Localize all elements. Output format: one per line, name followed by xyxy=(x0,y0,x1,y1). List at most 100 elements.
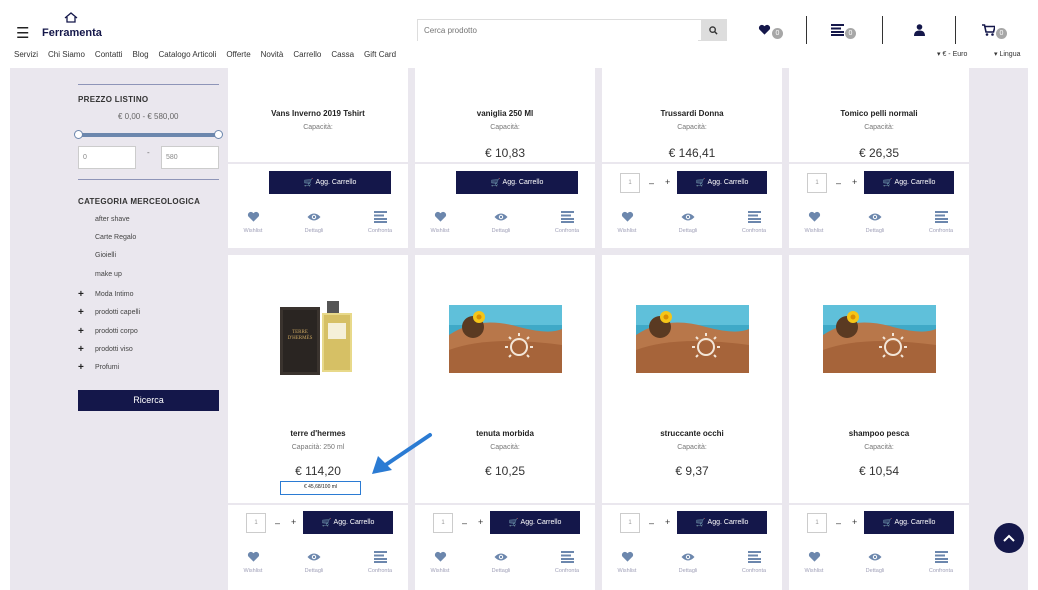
quantity-input[interactable]: 1 xyxy=(620,513,640,533)
quantity-input[interactable]: 1 xyxy=(246,513,266,533)
details-action[interactable]: Dettagli xyxy=(660,210,716,234)
product-name[interactable]: tenuta morbida xyxy=(415,429,595,438)
wishlist-action[interactable]: Wishlist xyxy=(412,210,468,234)
wishlist-action[interactable]: Wishlist xyxy=(225,550,281,574)
add-to-cart-button[interactable]: 🛒 Agg. Carrello xyxy=(269,171,391,194)
price-slider[interactable] xyxy=(74,130,223,139)
expand-icon[interactable]: + xyxy=(78,362,95,373)
add-to-cart-button[interactable]: 🛒 Agg. Carrello xyxy=(677,511,767,534)
nav-link[interactable]: Offerte xyxy=(226,50,250,59)
compare-action[interactable]: Confronta xyxy=(352,550,408,574)
quantity-input[interactable]: 1 xyxy=(807,173,827,193)
details-action[interactable]: Dettagli xyxy=(847,210,903,234)
wishlist-action[interactable]: Wishlist xyxy=(412,550,468,574)
product-image[interactable]: TERRE D'HERMÈS xyxy=(280,301,357,375)
compare-action[interactable]: Confronta xyxy=(539,210,595,234)
nav-link[interactable]: Novità xyxy=(261,50,284,59)
compare-action[interactable]: Confronta xyxy=(352,210,408,234)
expand-icon[interactable]: + xyxy=(78,307,95,318)
details-action[interactable]: Dettagli xyxy=(473,210,529,234)
product-name[interactable]: shampoo pesca xyxy=(789,429,969,438)
compare-action[interactable]: Confronta xyxy=(726,210,782,234)
product-name[interactable]: struccante occhi xyxy=(602,429,782,438)
decrease-quantity-button[interactable]: – xyxy=(649,178,654,188)
category-item[interactable]: after shave xyxy=(78,216,130,223)
category-item[interactable]: make up xyxy=(78,271,122,278)
slider-min-handle[interactable] xyxy=(74,130,83,139)
nav-link[interactable]: Blog xyxy=(133,50,149,59)
decrease-quantity-button[interactable]: – xyxy=(836,178,841,188)
compare-action[interactable]: Confronta xyxy=(913,550,969,574)
nav-link[interactable]: Gift Card xyxy=(364,50,396,59)
wishlist-action[interactable]: Wishlist xyxy=(786,210,842,234)
language-selector[interactable]: ▾ Lingua xyxy=(994,50,1021,58)
cart-header[interactable]: 0 xyxy=(982,20,1007,40)
compare-header[interactable]: 0 xyxy=(831,20,856,40)
scroll-to-top-button[interactable] xyxy=(994,523,1024,553)
price-min-input[interactable]: 0 xyxy=(78,146,136,169)
details-action[interactable]: Dettagli xyxy=(286,210,342,234)
increase-quantity-button[interactable]: + xyxy=(852,517,857,527)
product-name[interactable]: Trussardi Donna xyxy=(602,109,782,118)
decrease-quantity-button[interactable]: – xyxy=(649,518,654,528)
add-to-cart-button[interactable]: 🛒 Agg. Carrello xyxy=(490,511,580,534)
add-to-cart-button[interactable]: 🛒 Agg. Carrello xyxy=(303,511,393,534)
menu-icon[interactable]: ☰ xyxy=(16,24,29,42)
wishlist-action[interactable]: Wishlist xyxy=(225,210,281,234)
product-image[interactable] xyxy=(823,305,936,373)
add-to-cart-button[interactable]: 🛒 Agg. Carrello xyxy=(456,171,578,194)
quantity-input[interactable]: 1 xyxy=(620,173,640,193)
search-button[interactable] xyxy=(701,20,726,40)
category-item[interactable]: Carte Regalo xyxy=(78,234,136,241)
increase-quantity-button[interactable]: + xyxy=(291,517,296,527)
search-filter-button[interactable]: Ricerca xyxy=(78,390,219,411)
category-item[interactable]: + prodotti capelli xyxy=(78,307,140,318)
nav-link[interactable]: Servizi xyxy=(14,50,38,59)
compare-action[interactable]: Confronta xyxy=(539,550,595,574)
wishlist-header[interactable]: 0 xyxy=(758,20,783,40)
decrease-quantity-button[interactable]: – xyxy=(275,518,280,528)
product-name[interactable]: Vans Inverno 2019 Tshirt xyxy=(228,109,408,118)
add-to-cart-button[interactable]: 🛒 Agg. Carrello xyxy=(864,171,954,194)
nav-link[interactable]: Cassa xyxy=(331,50,354,59)
increase-quantity-button[interactable]: + xyxy=(665,177,670,187)
nav-link[interactable]: Contatti xyxy=(95,50,123,59)
expand-icon[interactable]: + xyxy=(78,289,95,300)
search-input[interactable] xyxy=(418,20,698,41)
logo[interactable]: Ferramenta xyxy=(42,12,112,46)
nav-link[interactable]: Carrello xyxy=(293,50,321,59)
details-action[interactable]: Dettagli xyxy=(847,550,903,574)
wishlist-action[interactable]: Wishlist xyxy=(599,550,655,574)
expand-icon[interactable]: + xyxy=(78,344,95,355)
category-item[interactable]: + Moda Intimo xyxy=(78,289,134,300)
wishlist-action[interactable]: Wishlist xyxy=(599,210,655,234)
details-action[interactable]: Dettagli xyxy=(286,550,342,574)
slider-max-handle[interactable] xyxy=(214,130,223,139)
category-item[interactable]: Gioielli xyxy=(78,252,116,259)
add-to-cart-button[interactable]: 🛒 Agg. Carrello xyxy=(864,511,954,534)
increase-quantity-button[interactable]: + xyxy=(665,517,670,527)
product-name[interactable]: vaniglia 250 Ml xyxy=(415,109,595,118)
quantity-input[interactable]: 1 xyxy=(433,513,453,533)
decrease-quantity-button[interactable]: – xyxy=(462,518,467,528)
price-max-input[interactable]: 580 xyxy=(161,146,219,169)
product-image[interactable] xyxy=(636,305,749,373)
nav-link[interactable]: Chi Siamo xyxy=(48,50,85,59)
product-image[interactable] xyxy=(449,305,562,373)
wishlist-action[interactable]: Wishlist xyxy=(786,550,842,574)
details-action[interactable]: Dettagli xyxy=(473,550,529,574)
details-action[interactable]: Dettagli xyxy=(660,550,716,574)
account-header[interactable] xyxy=(914,20,925,40)
nav-link[interactable]: Catalogo Articoli xyxy=(159,50,217,59)
category-item[interactable]: + prodotti viso xyxy=(78,344,133,355)
increase-quantity-button[interactable]: + xyxy=(852,177,857,187)
increase-quantity-button[interactable]: + xyxy=(478,517,483,527)
category-item[interactable]: + prodotti corpo xyxy=(78,326,138,337)
add-to-cart-button[interactable]: 🛒 Agg. Carrello xyxy=(677,171,767,194)
product-name[interactable]: Tomico pelli normali xyxy=(789,109,969,118)
expand-icon[interactable]: + xyxy=(78,326,95,337)
decrease-quantity-button[interactable]: – xyxy=(836,518,841,528)
category-item[interactable]: + Profumi xyxy=(78,362,119,373)
quantity-input[interactable]: 1 xyxy=(807,513,827,533)
compare-action[interactable]: Confronta xyxy=(913,210,969,234)
